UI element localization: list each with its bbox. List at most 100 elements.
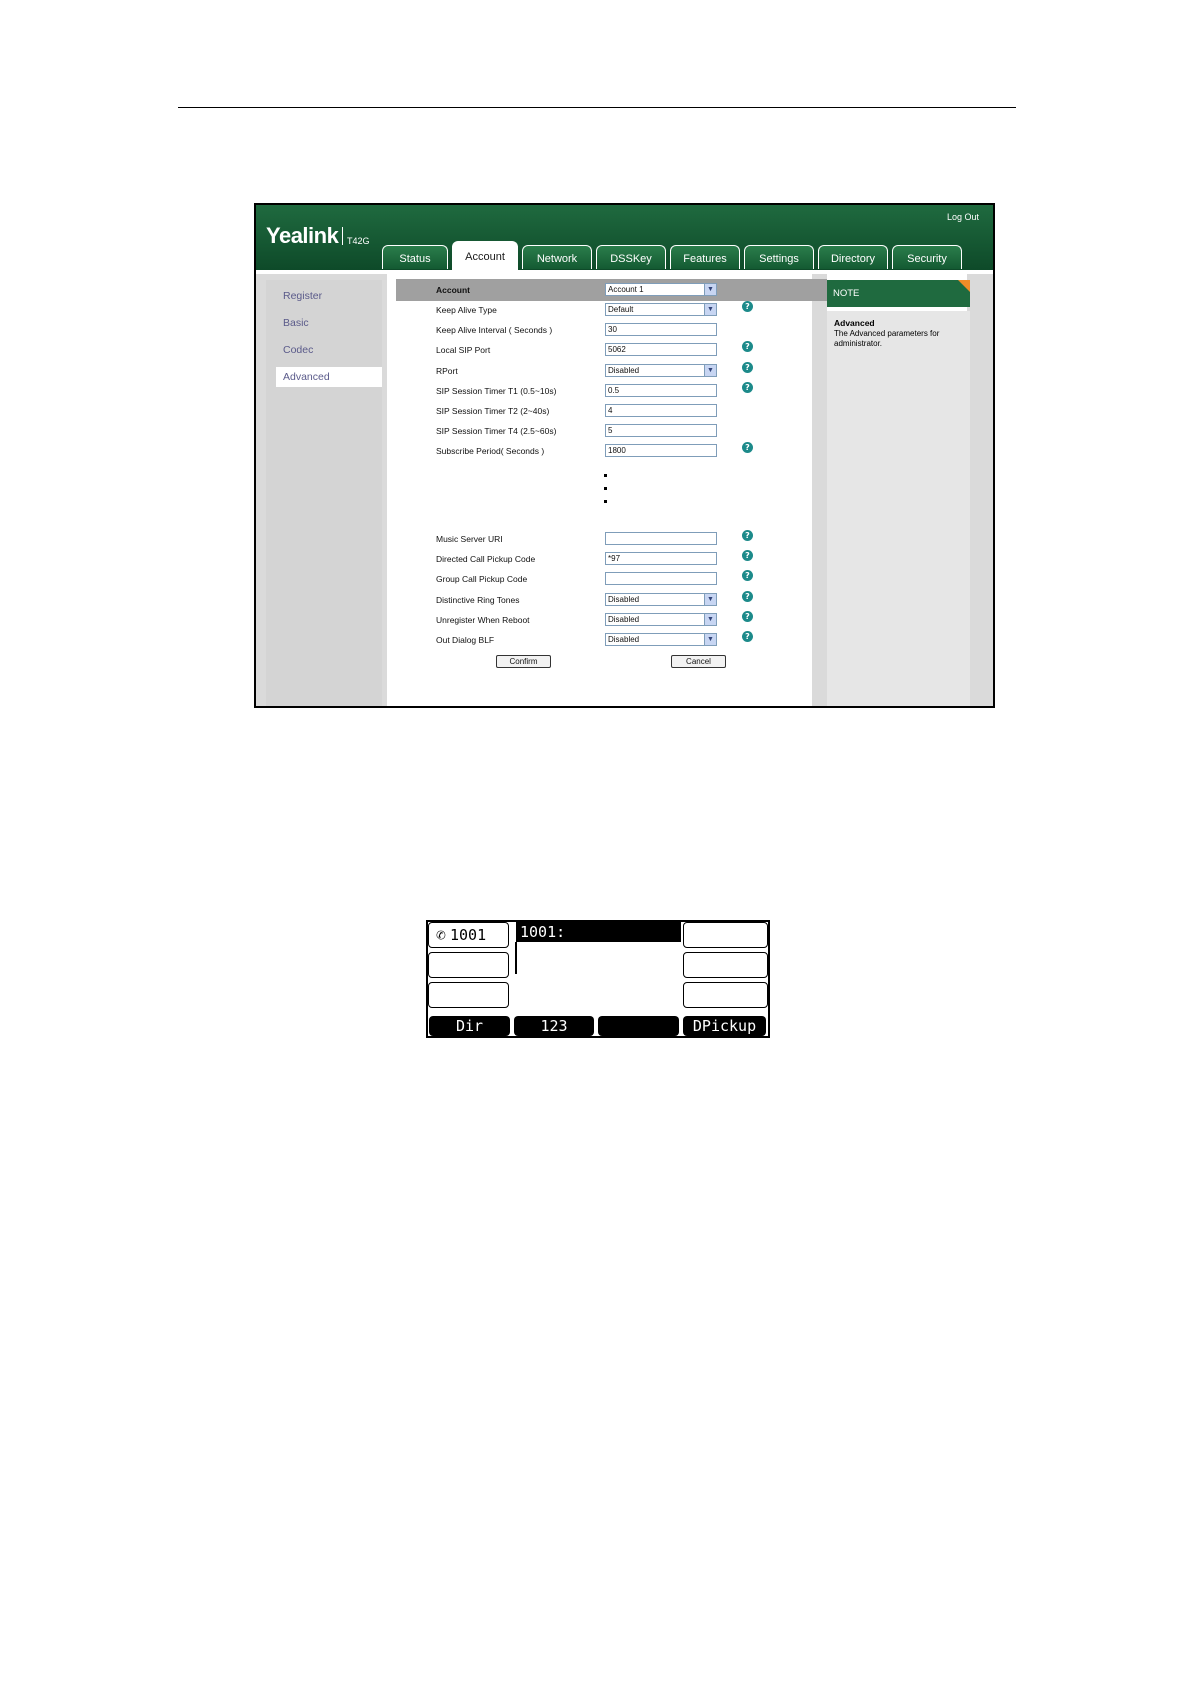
tab-features[interactable]: Features	[670, 245, 740, 269]
phone-lcd-screenshot: ✆ 1001 1001: Dir 123 DPickup	[426, 920, 770, 1038]
field-select[interactable]: Disabled ▼	[605, 363, 717, 377]
sidebar: Register Basic Codec Advanced	[266, 280, 382, 706]
note-body: Advanced The Advanced parameters for adm…	[827, 311, 970, 706]
field-input[interactable]: 0.5	[605, 383, 717, 397]
line-key-label: 1001	[450, 926, 487, 944]
field-label: Directed Call Pickup Code	[436, 554, 536, 565]
field-label: Music Server URI	[436, 534, 503, 544]
help-icon[interactable]: ?	[742, 631, 753, 642]
field-input[interactable]	[605, 532, 717, 545]
help-icon[interactable]: ?	[742, 610, 753, 622]
help-icon[interactable]: ?	[742, 361, 753, 373]
field-label: Unregister When Reboot	[436, 614, 530, 625]
note-panel: NOTE Advanced The Advanced parameters fo…	[827, 274, 970, 706]
line-key-4[interactable]	[683, 922, 768, 948]
line-key-5[interactable]	[683, 952, 768, 978]
field-input[interactable]: 30	[605, 323, 717, 337]
sidebar-item-register[interactable]: Register	[266, 286, 382, 306]
account-label: Account	[436, 285, 470, 295]
chevron-down-icon: ▼	[704, 634, 716, 645]
field-input[interactable]: 4	[605, 404, 717, 417]
field-label: SIP Session Timer T1 (0.5~10s)	[436, 385, 557, 396]
help-icon[interactable]: ?	[742, 301, 753, 312]
softkey-dir[interactable]: Dir	[429, 1016, 510, 1036]
tab-security[interactable]: Security	[892, 245, 962, 269]
field-label: Group Call Pickup Code	[436, 574, 528, 585]
tab-dsskey[interactable]: DSSKey	[596, 245, 666, 269]
field-label: Keep Alive Type	[436, 305, 497, 315]
note-corner-icon	[958, 280, 970, 292]
cancel-button[interactable]: Cancel	[671, 655, 726, 668]
field-value: Disabled	[608, 635, 640, 644]
tab-account[interactable]: Account	[452, 241, 518, 270]
field-input[interactable]: 5	[605, 424, 717, 438]
field-value: 5	[608, 426, 613, 436]
field-label: SIP Session Timer T4 (2.5~60s)	[436, 426, 557, 437]
ellipsis-dot	[604, 500, 607, 503]
model-label: T42G	[347, 236, 370, 246]
field-select[interactable]: Default ▼	[605, 303, 717, 316]
field-input[interactable]: 1800	[605, 444, 717, 458]
sidebar-item-basic[interactable]: Basic	[266, 313, 382, 333]
field-label: Local SIP Port	[436, 345, 491, 356]
field-select[interactable]: Disabled ▼	[605, 612, 717, 626]
help-icon[interactable]: ?	[742, 570, 753, 582]
field-label: RPort	[436, 365, 458, 376]
line-key-6[interactable]	[683, 982, 768, 1008]
logo-separator	[342, 227, 343, 245]
field-value: *97	[608, 554, 621, 564]
help-icon[interactable]: ?	[742, 550, 753, 562]
lcd-title-bar: 1001:	[516, 922, 681, 942]
field-value: 4	[608, 406, 613, 415]
line-key-2[interactable]	[428, 952, 509, 978]
chevron-down-icon: ▼	[704, 593, 716, 605]
help-icon[interactable]: ?	[742, 530, 753, 541]
tab-settings[interactable]: Settings	[744, 245, 814, 269]
field-value: Disabled	[608, 594, 640, 604]
phone-icon: ✆	[436, 925, 446, 944]
note-header: NOTE	[827, 280, 970, 307]
line-key-1[interactable]: ✆ 1001	[428, 922, 509, 948]
account-select[interactable]: Account 1 ▼	[605, 283, 717, 296]
chevron-down-icon: ▼	[704, 304, 716, 315]
web-ui-screenshot: Yealink T42G Log Out Status Account Netw…	[254, 203, 995, 708]
tab-directory[interactable]: Directory	[818, 245, 888, 269]
chevron-down-icon: ▼	[704, 284, 716, 295]
field-input[interactable]	[605, 572, 717, 586]
field-value: 5062	[608, 345, 626, 355]
field-select[interactable]: Disabled ▼	[605, 592, 717, 606]
softkey-123[interactable]: 123	[514, 1016, 594, 1036]
chevron-down-icon: ▼	[704, 613, 716, 625]
text-cursor	[515, 942, 517, 974]
field-value: 0.5	[608, 385, 620, 395]
help-icon[interactable]: ?	[742, 381, 753, 393]
settings-form: Account Account 1 ▼ Keep Alive Type Defau…	[387, 274, 829, 706]
header-banner: Yealink T42G Log Out Status Account Netw…	[256, 205, 993, 270]
field-input[interactable]: 5062	[605, 343, 717, 357]
brand-logo: Yealink	[266, 223, 339, 248]
note-title: Advanced	[834, 318, 875, 328]
softkey-blank[interactable]	[598, 1016, 679, 1036]
note-text: The Advanced parameters for administrato…	[834, 329, 940, 348]
tab-network[interactable]: Network	[522, 245, 592, 269]
field-input[interactable]: *97	[605, 552, 717, 566]
softkey-dpickup[interactable]: DPickup	[683, 1016, 766, 1036]
field-select[interactable]: Disabled ▼	[605, 633, 717, 646]
sidebar-item-advanced[interactable]: Advanced	[276, 367, 382, 387]
sidebar-item-codec[interactable]: Codec	[266, 340, 382, 360]
logout-link[interactable]: Log Out	[947, 212, 979, 222]
page-header-rule	[178, 107, 1016, 108]
field-value: Disabled	[608, 614, 640, 624]
tab-status[interactable]: Status	[382, 245, 448, 269]
ellipsis-dot	[604, 487, 607, 490]
note-header-label: NOTE	[833, 288, 860, 299]
help-icon[interactable]: ?	[742, 442, 753, 454]
confirm-button[interactable]: Confirm	[496, 655, 551, 668]
line-key-3[interactable]	[428, 982, 509, 1008]
help-icon[interactable]: ?	[742, 341, 753, 353]
field-label: SIP Session Timer T2 (2~40s)	[436, 406, 550, 416]
help-icon[interactable]: ?	[742, 590, 753, 602]
field-value: 30	[608, 325, 617, 335]
field-label: Out Dialog BLF	[436, 635, 495, 645]
field-value: Default	[608, 305, 634, 314]
